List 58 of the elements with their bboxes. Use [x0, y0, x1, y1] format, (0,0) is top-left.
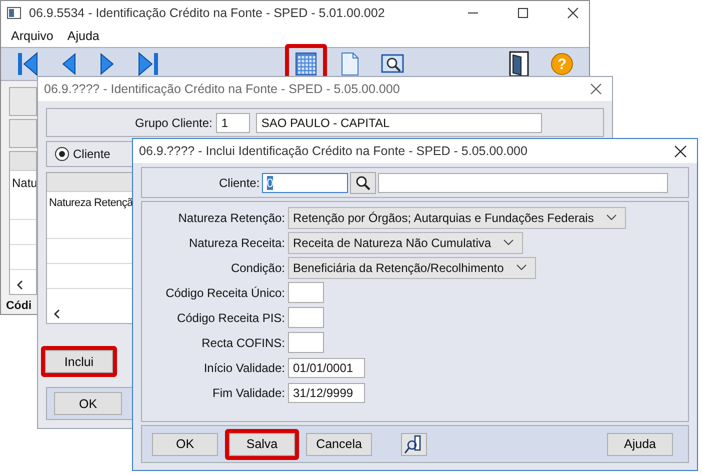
- field-label: Recta COFINS:: [200, 336, 285, 350]
- search-icon: [354, 174, 371, 190]
- preview-icon[interactable]: [381, 53, 405, 75]
- next-icon[interactable]: [99, 51, 115, 77]
- tab[interactable]: Códi: [6, 298, 32, 314]
- field-label: Grupo Cliente:: [135, 116, 212, 130]
- door-icon[interactable]: [509, 51, 529, 77]
- chevron-down-icon: [516, 264, 527, 271]
- window-title: 06.9.???? - Identificação Crédito na Fonte - SPED - 5.05.00.000: [44, 82, 400, 96]
- input-field[interactable]: SAO PAULO - CAPITAL: [256, 112, 542, 132]
- input-field[interactable]: 01/01/0001: [288, 358, 365, 378]
- app-icon: [7, 7, 21, 19]
- field-label: Código Receita Único:: [164, 286, 285, 300]
- field-label: Natureza Receita:: [188, 236, 285, 250]
- menu-item[interactable]: Arquivo: [11, 29, 54, 43]
- dialog-button[interactable]: Salva: [229, 432, 295, 456]
- field-label: Início Validade:: [202, 360, 285, 374]
- menu-item[interactable]: Ajuda: [67, 29, 100, 43]
- close-icon[interactable]: [590, 83, 602, 95]
- close-icon[interactable]: [674, 144, 687, 158]
- input-field[interactable]: [288, 307, 324, 328]
- table-cell-text: Natureza Retençã: [48, 196, 134, 211]
- close-icon[interactable]: [567, 7, 579, 19]
- chevron-down-icon: [503, 239, 514, 246]
- input-field[interactable]: 1: [216, 112, 250, 132]
- document-icon[interactable]: [341, 52, 359, 76]
- field-label: Condição:: [230, 260, 285, 274]
- dropdown[interactable]: Beneficiária da Retenção/Recolhimento: [288, 256, 536, 278]
- radio-button[interactable]: [55, 147, 69, 161]
- dialog-button[interactable]: Cancela: [306, 432, 372, 456]
- radio-label: Cliente: [73, 147, 110, 161]
- search-button[interactable]: [350, 172, 376, 194]
- maximize-icon[interactable]: [517, 7, 529, 19]
- dropdown[interactable]: Receita de Natureza Não Cumulativa: [288, 232, 524, 254]
- scroll-left-icon[interactable]: [16, 280, 24, 290]
- field-label: Natureza Retenção:: [177, 210, 285, 224]
- input-field[interactable]: [378, 172, 668, 192]
- input-field[interactable]: [288, 332, 324, 353]
- chevron-down-icon: [606, 214, 617, 221]
- dialog-button[interactable]: Ajuda: [607, 432, 673, 456]
- tool-button[interactable]: [401, 432, 427, 456]
- last-record-icon[interactable]: [137, 51, 159, 77]
- first-record-icon[interactable]: [17, 51, 39, 77]
- scroll-left-icon[interactable]: [53, 309, 61, 319]
- add-button[interactable]: Inclui: [45, 350, 113, 373]
- ok-button[interactable]: OK: [54, 392, 122, 415]
- calendar-icon[interactable]: [295, 52, 317, 76]
- dropdown[interactable]: Retenção por Órgãos; Autarquias e Fundações Federais: [288, 206, 626, 228]
- dialog-button[interactable]: OK: [152, 432, 218, 456]
- field-label: Código Receita PIS:: [176, 310, 285, 324]
- window-title: 06.9.???? - Inclui Identificação Crédito na Fonte - SPED - 5.05.00.000: [139, 144, 528, 158]
- previous-icon[interactable]: [61, 51, 77, 77]
- input-field[interactable]: 0: [262, 172, 348, 192]
- window-title: 06.9.5534 - Identificação Crédito na Fonte - SPED - 5.01.00.002: [29, 6, 385, 20]
- field-label: Cliente:: [219, 176, 260, 190]
- input-field[interactable]: [288, 282, 324, 303]
- field-label: Fim Validade:: [212, 386, 285, 400]
- input-field[interactable]: 31/12/9999: [288, 382, 365, 402]
